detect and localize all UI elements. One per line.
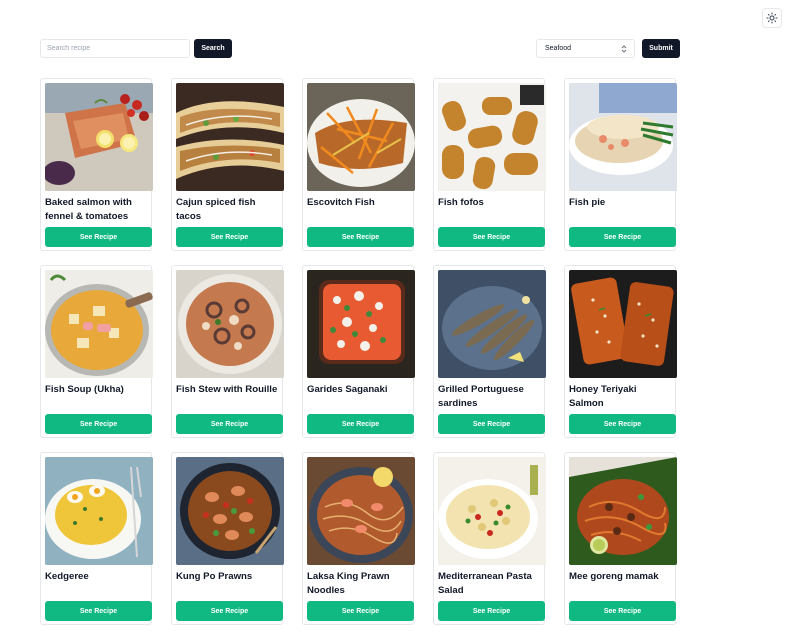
recipe-image xyxy=(45,270,153,378)
recipe-card: Mediterranean Pasta Salad See Recipe xyxy=(433,452,546,625)
recipe-title: Fish fofos xyxy=(438,197,484,208)
recipe-image xyxy=(569,83,677,191)
recipe-image xyxy=(438,457,546,565)
recipe-title: Fish Soup (Ukha) xyxy=(45,384,124,395)
see-recipe-button[interactable]: See Recipe xyxy=(176,414,283,434)
submit-button[interactable]: Submit xyxy=(642,39,680,58)
recipe-title: Honey Teriyaki Salmon xyxy=(569,384,637,409)
recipe-card: Honey Teriyaki Salmon See Recipe xyxy=(564,265,677,438)
recipe-card: Fish pie See Recipe xyxy=(564,78,677,251)
recipe-card: Laksa King Prawn Noodles See Recipe xyxy=(302,452,415,625)
see-recipe-button[interactable]: See Recipe xyxy=(45,227,152,247)
recipe-title: Grilled Portuguese sardines xyxy=(438,384,524,409)
recipe-title: Escovitch Fish xyxy=(307,197,375,208)
see-recipe-button[interactable]: See Recipe xyxy=(438,414,545,434)
see-recipe-button[interactable]: See Recipe xyxy=(569,227,676,247)
recipe-title: Cajun spiced fish tacos xyxy=(176,197,256,222)
chevron-up-down-icon xyxy=(621,44,627,53)
recipe-card: Cajun spiced fish tacos See Recipe xyxy=(171,78,284,251)
theme-toggle-button[interactable] xyxy=(762,8,782,28)
recipe-card: Fish fofos See Recipe xyxy=(433,78,546,251)
recipe-image xyxy=(438,270,546,378)
recipe-title: Fish Stew with Rouille xyxy=(176,384,278,395)
search-button[interactable]: Search xyxy=(194,39,232,58)
recipe-image xyxy=(569,457,677,565)
recipe-title: Garides Saganaki xyxy=(307,384,388,395)
recipe-title: Mediterranean Pasta Salad xyxy=(438,571,532,596)
recipe-card: Kedgeree See Recipe xyxy=(40,452,153,625)
see-recipe-button[interactable]: See Recipe xyxy=(176,227,283,247)
recipe-title: Baked salmon with fennel & tomatoes xyxy=(45,197,132,222)
category-select[interactable]: Seafood xyxy=(536,39,635,58)
recipe-card: Fish Soup (Ukha) See Recipe xyxy=(40,265,153,438)
recipe-card: Kung Po Prawns See Recipe xyxy=(171,452,284,625)
recipe-title: Laksa King Prawn Noodles xyxy=(307,571,390,596)
recipe-title: Mee goreng mamak xyxy=(569,571,659,582)
recipe-title: Fish pie xyxy=(569,197,606,208)
recipe-image xyxy=(176,270,284,378)
recipe-card: Mee goreng mamak See Recipe xyxy=(564,452,677,625)
recipe-card: Garides Saganaki See Recipe xyxy=(302,265,415,438)
see-recipe-button[interactable]: See Recipe xyxy=(176,601,283,621)
recipe-card: Baked salmon with fennel & tomatoes See … xyxy=(40,78,153,251)
see-recipe-button[interactable]: See Recipe xyxy=(438,227,545,247)
recipe-card: Escovitch Fish See Recipe xyxy=(302,78,415,251)
see-recipe-button[interactable]: See Recipe xyxy=(307,601,414,621)
see-recipe-button[interactable]: See Recipe xyxy=(307,414,414,434)
search-input[interactable] xyxy=(40,39,190,58)
see-recipe-button[interactable]: See Recipe xyxy=(45,601,152,621)
category-select-value: Seafood xyxy=(545,45,572,52)
see-recipe-button[interactable]: See Recipe xyxy=(569,601,676,621)
recipe-image xyxy=(307,457,415,565)
recipe-card: Grilled Portuguese sardines See Recipe xyxy=(433,265,546,438)
recipe-image xyxy=(176,457,284,565)
see-recipe-button[interactable]: See Recipe xyxy=(438,601,545,621)
see-recipe-button[interactable]: See Recipe xyxy=(307,227,414,247)
recipe-title: Kedgeree xyxy=(45,571,89,582)
recipe-image xyxy=(176,83,284,191)
see-recipe-button[interactable]: See Recipe xyxy=(569,414,676,434)
recipe-page: Search Seafood Submit Baked salmon with … xyxy=(0,0,792,634)
recipe-title: Kung Po Prawns xyxy=(176,571,253,582)
recipe-card: Fish Stew with Rouille See Recipe xyxy=(171,265,284,438)
recipe-image xyxy=(45,457,153,565)
recipe-image xyxy=(307,83,415,191)
recipe-image xyxy=(438,83,546,191)
see-recipe-button[interactable]: See Recipe xyxy=(45,414,152,434)
sun-icon xyxy=(766,12,778,24)
recipe-image xyxy=(307,270,415,378)
recipe-image xyxy=(569,270,677,378)
recipe-image xyxy=(45,83,153,191)
